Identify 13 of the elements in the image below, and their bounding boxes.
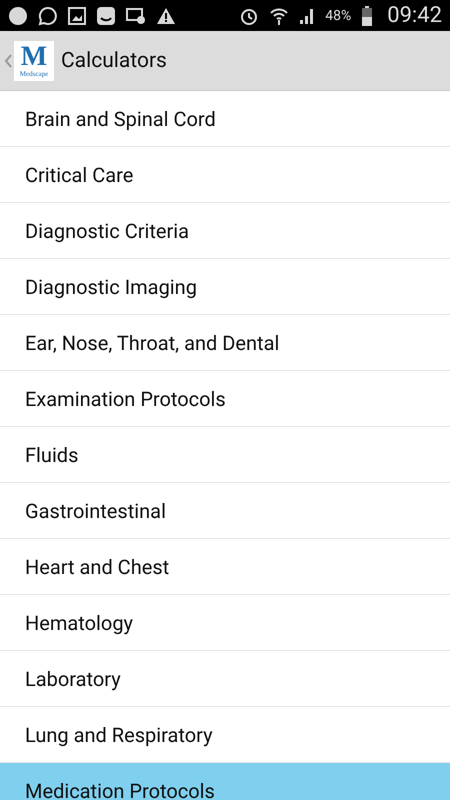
signal-icon <box>299 6 316 24</box>
screen-title: Calculators <box>61 48 167 72</box>
list-item[interactable]: Medication Protocols <box>0 763 450 800</box>
image-icon <box>68 6 86 24</box>
clock-time: 09:42 <box>387 3 442 28</box>
back-chevron-icon[interactable] <box>4 54 12 68</box>
battery-percent: 48% <box>325 8 352 24</box>
wifi-icon <box>269 6 290 26</box>
logo-letter: M <box>20 44 48 70</box>
battery-icon <box>361 6 374 26</box>
warning-icon <box>156 6 176 24</box>
app-icon <box>96 6 116 26</box>
chat-icon <box>38 6 58 26</box>
